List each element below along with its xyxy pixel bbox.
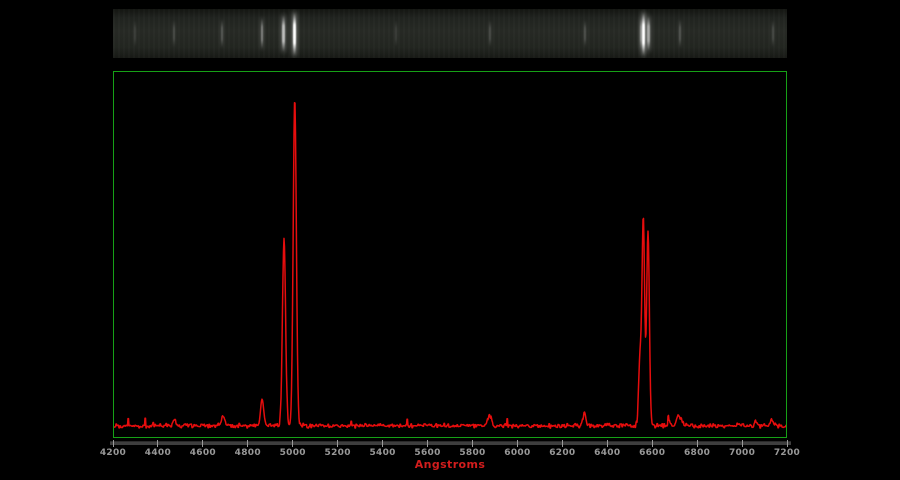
x-axis-tick-label: 6200 [549,448,575,458]
x-axis-tick [337,440,338,447]
x-axis-title: Angstroms [113,458,787,471]
x-axis-tick [247,440,248,447]
x-axis-tick [607,440,608,447]
x-axis-tick [427,440,428,447]
emission-line-2d [282,14,285,52]
x-axis-tick [292,440,293,447]
spectrum-trace [114,103,786,428]
x-axis-tick [202,440,203,447]
emission-line-2d [173,20,175,47]
emission-line-2d [584,20,586,48]
x-axis-tick [517,440,518,447]
x-axis-tick-label: 5800 [459,448,485,458]
x-axis-tick [382,440,383,447]
x-axis-tick-label: 4600 [190,448,216,458]
emission-line-2d [642,11,645,57]
emission-line-2d [679,19,681,47]
emission-line-2d [293,11,296,57]
x-axis-tick-label: 4400 [145,448,171,458]
emission-line-2d [489,20,491,48]
spectral-display-window: 4200 4400 4600 4800 5000 5200 5400 5600 5800 6000… [0,0,900,480]
emission-line-2d [772,20,774,47]
emission-line-2d [395,20,397,46]
spectrum-plot-canvas [114,72,786,437]
x-axis-tick-label: 6600 [639,448,665,458]
emission-line-2d [261,17,263,50]
x-axis-tick-label: 6800 [684,448,710,458]
x-axis-tick [562,440,563,447]
spectrum-2d-strip[interactable] [113,9,787,58]
x-axis-tick-label: 6000 [504,448,530,458]
x-axis-ticks [113,440,787,447]
x-axis-tick-label: 4200 [100,448,126,458]
x-axis-tick-label: 5600 [414,448,440,458]
x-axis-tick-label: 6400 [594,448,620,458]
x-axis-tick-label: 5400 [369,448,395,458]
x-axis-tick [472,440,473,447]
x-axis-tick [652,440,653,447]
x-axis-tick [157,440,158,447]
emission-line-2d [221,19,223,48]
x-axis-tick [787,440,788,447]
emission-line-2d [647,15,650,51]
spectrum-1d-plot[interactable] [113,71,787,438]
x-axis-tick-label: 5200 [325,448,351,458]
x-axis-tick-label: 7200 [774,448,800,458]
x-axis-tick [742,440,743,447]
x-axis-tick-label: 7000 [729,448,755,458]
x-axis-tick-label: 5000 [280,448,306,458]
x-axis-tick [697,440,698,447]
x-axis-tick [113,440,114,447]
x-axis-tick-label: 4800 [235,448,261,458]
emission-line-2d [640,17,642,49]
emission-line-2d [134,20,136,46]
